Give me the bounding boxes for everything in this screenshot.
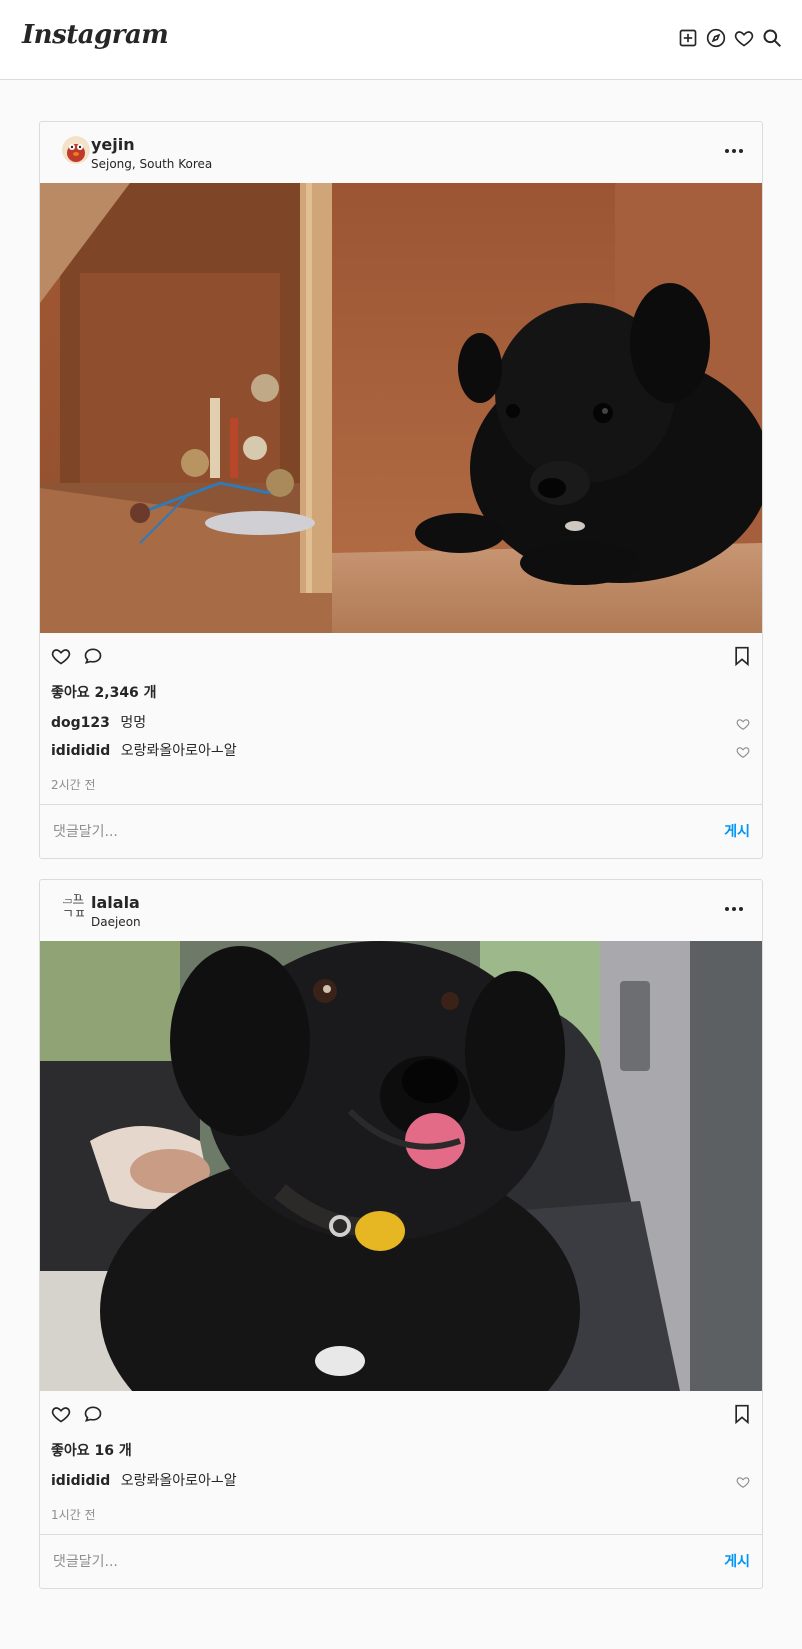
post-photo[interactable] (40, 183, 762, 633)
comment-username[interactable]: idididid (51, 743, 110, 759)
likes-count[interactable]: 좋아요 16 개 (40, 1435, 762, 1467)
comment-icon[interactable] (83, 646, 103, 666)
post-actions (40, 633, 762, 677)
comment-text: 오랑롸올아로아ㅗ알 (120, 1473, 237, 1489)
post-username[interactable]: yejin (91, 135, 135, 154)
comment-row: dog123 멍멍 (40, 709, 762, 737)
avatar-image (62, 136, 90, 164)
dog-in-car-image (40, 941, 762, 1391)
puppy-on-shelf-image (40, 183, 762, 633)
more-options-icon[interactable] (724, 146, 744, 156)
comment-text: 오랑롸올아로아ㅗ알 (120, 743, 237, 759)
comment-like-icon[interactable] (736, 1475, 750, 1489)
post-photo[interactable] (40, 941, 762, 1391)
bookmark-icon[interactable] (733, 646, 751, 666)
nav-icons (678, 28, 782, 48)
post-header: yejin Sejong, South Korea (40, 122, 762, 183)
add-comment-bar: 게시 (40, 804, 762, 858)
comment-text: 멍멍 (120, 715, 147, 731)
post-location[interactable]: Daejeon (91, 915, 141, 929)
search-icon[interactable] (762, 28, 782, 48)
comment-input[interactable] (51, 819, 655, 845)
feed-post: yejin Sejong, South Korea 좋아요 2,346 개 do… (39, 121, 763, 859)
broken-image-icon: ▭ (62, 894, 73, 907)
feed-post: ▭프ㄱㅍ lalala Daejeon 좋아요 16 개 idididid 오랑… (39, 879, 763, 1589)
post-timestamp: 2시간 전 (51, 778, 96, 792)
avatar[interactable] (62, 136, 90, 164)
comment-row: idididid 오랑롸올아로아ㅗ알 (40, 1467, 762, 1495)
explore-icon[interactable] (706, 28, 726, 48)
post-comment-button[interactable]: 게시 (724, 1551, 750, 1571)
new-post-icon[interactable] (678, 28, 698, 48)
comment-username[interactable]: dog123 (51, 715, 110, 731)
comment-input[interactable] (51, 1549, 655, 1575)
post-location[interactable]: Sejong, South Korea (91, 157, 212, 171)
avatar[interactable]: ▭프ㄱㅍ (62, 894, 90, 922)
top-bar: Instagram (0, 0, 802, 80)
instagram-logo[interactable]: Instagram (22, 20, 169, 50)
likes-count[interactable]: 좋아요 2,346 개 (40, 677, 762, 709)
comment-icon[interactable] (83, 1404, 103, 1424)
more-options-icon[interactable] (724, 904, 744, 914)
like-icon[interactable] (51, 646, 71, 666)
comment-row: idididid 오랑롸올아로아ㅗ알 (40, 737, 762, 765)
bookmark-icon[interactable] (733, 1404, 751, 1424)
add-comment-bar: 게시 (40, 1534, 762, 1588)
post-actions (40, 1391, 762, 1435)
comment-username[interactable]: idididid (51, 1473, 110, 1489)
post-timestamp: 1시간 전 (51, 1508, 96, 1522)
activity-heart-icon[interactable] (734, 28, 754, 48)
post-header: ▭프ㄱㅍ lalala Daejeon (40, 880, 762, 941)
comment-like-icon[interactable] (736, 717, 750, 731)
post-comment-button[interactable]: 게시 (724, 821, 750, 841)
like-icon[interactable] (51, 1404, 71, 1424)
comment-like-icon[interactable] (736, 745, 750, 759)
post-username[interactable]: lalala (91, 893, 140, 912)
